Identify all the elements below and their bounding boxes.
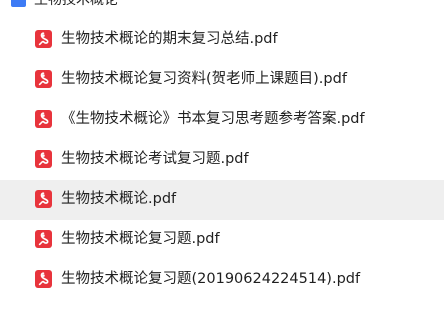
file-item[interactable]: 生物技术概论复习题(20190624224514).pdf xyxy=(0,260,444,300)
file-item[interactable]: 《生物技术概论》书本复习思考题参考答案.pdf xyxy=(0,100,444,140)
file-name: 生物技术概论复习题.pdf xyxy=(61,231,220,247)
folder-icon xyxy=(11,0,26,7)
file-item[interactable]: 生物技术概论复习资料(贺老师上课题目).pdf xyxy=(0,60,444,100)
file-name: 生物技术概论复习题(20190624224514).pdf xyxy=(61,271,361,287)
pdf-icon xyxy=(35,230,52,248)
pdf-icon xyxy=(35,270,52,288)
file-item[interactable]: 生物技术概论考试复习题.pdf xyxy=(0,140,444,180)
file-name: 生物技术概论的期末复习总结.pdf xyxy=(61,31,278,47)
file-name: 生物技术概论.pdf xyxy=(61,191,177,207)
file-name: 《生物技术概论》书本复习思考题参考答案.pdf xyxy=(61,111,365,127)
file-item-selected[interactable]: 生物技术概论.pdf xyxy=(0,180,444,220)
pdf-icon xyxy=(35,190,52,208)
pdf-icon xyxy=(35,150,52,168)
file-name: 生物技术概论考试复习题.pdf xyxy=(61,151,249,167)
file-item[interactable]: 生物技术概论的期末复习总结.pdf xyxy=(0,20,444,60)
pdf-icon xyxy=(35,70,52,88)
file-item[interactable]: 生物技术概论复习题.pdf xyxy=(0,220,444,260)
folder-item[interactable]: 生物技术概论 xyxy=(0,0,444,12)
folder-label: 生物技术概论 xyxy=(34,0,118,8)
file-list: 生物技术概论的期末复习总结.pdf 生物技术概论复习资料(贺老师上课题目).pd… xyxy=(0,20,444,300)
pdf-icon xyxy=(35,30,52,48)
pdf-icon xyxy=(35,110,52,128)
file-name: 生物技术概论复习资料(贺老师上课题目).pdf xyxy=(61,71,347,87)
